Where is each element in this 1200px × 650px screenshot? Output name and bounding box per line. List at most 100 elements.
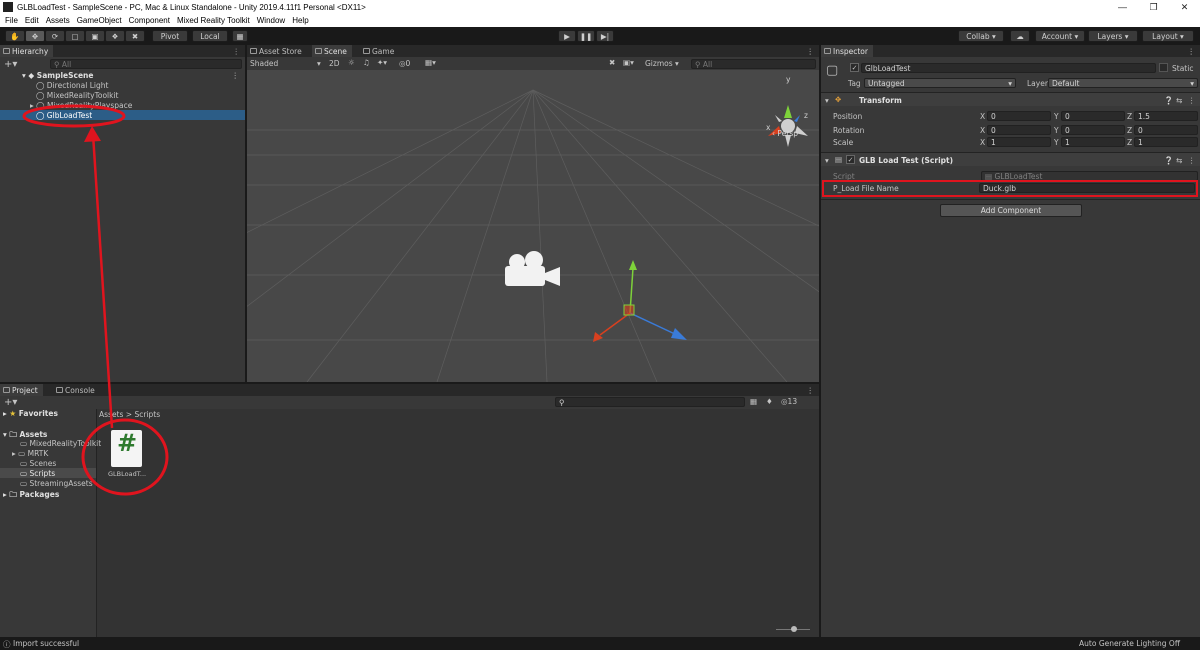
lighting-status[interactable]: Auto Generate Lighting Off	[1079, 639, 1180, 648]
object-name-field[interactable]: GlbLoadTest	[861, 63, 1156, 73]
menu-mrtk[interactable]: Mixed Reality Toolkit	[177, 16, 250, 25]
account-button[interactable]: Account ▾	[1035, 30, 1085, 42]
lighting-icon[interactable]: ☼	[348, 58, 355, 67]
scale-x-field[interactable]: 1	[987, 137, 1051, 147]
transform-tool-icon[interactable]: ❖	[105, 30, 125, 42]
active-checkbox[interactable]: ✓	[850, 63, 859, 72]
hidden-packages-toggle[interactable]: ◎13	[781, 397, 797, 406]
audio-icon[interactable]: ♫	[363, 58, 370, 67]
local-button[interactable]: Local	[192, 30, 228, 42]
menu-window[interactable]: Window	[257, 16, 285, 25]
tab-asset-store[interactable]: Asset Store	[247, 45, 307, 57]
tab-console[interactable]: Console	[53, 384, 100, 396]
script-file-label[interactable]: GLBLoadT...	[108, 470, 146, 478]
grid-icon[interactable]: ▦▾	[425, 58, 436, 67]
pivot-button[interactable]: Pivot	[152, 30, 188, 42]
scene-root[interactable]: ▾ ◆ SampleScene	[22, 71, 93, 80]
scale-tool-icon[interactable]: ▢	[65, 30, 85, 42]
component-menu-icon[interactable]: ⋮	[1188, 156, 1196, 165]
step-icon[interactable]: ▶|	[596, 30, 614, 42]
scene-viewport[interactable]	[247, 70, 819, 382]
menu-assets[interactable]: Assets	[46, 16, 70, 25]
gizmos-dropdown[interactable]: Gizmos ▾	[645, 59, 679, 68]
panel-menu-icon[interactable]: ⋮	[807, 47, 815, 56]
help-icon[interactable]: ❔	[1164, 96, 1173, 105]
hierarchy-item[interactable]: ▸ ◯ MixedRealityPlayspace	[30, 101, 132, 110]
menu-component[interactable]: Component	[129, 16, 170, 25]
foldout-arrow-icon[interactable]: ▾	[825, 96, 829, 105]
panel-menu-icon[interactable]: ⋮	[807, 386, 815, 395]
add-component-button[interactable]: Add Component	[940, 204, 1082, 217]
position-z-field[interactable]: 1.5	[1134, 111, 1198, 121]
persp-label[interactable]: ‹ Persp	[772, 129, 798, 138]
scale-y-field[interactable]: 1	[1061, 137, 1125, 147]
tools-icon[interactable]: ✖	[609, 58, 615, 67]
create-plus-icon[interactable]: +▾	[4, 59, 17, 70]
hidden-objects-toggle[interactable]: ◎0	[399, 59, 410, 68]
status-message[interactable]: Import successful	[13, 639, 79, 648]
hierarchy-item-selected[interactable]: ◯ GlbLoadTest	[36, 111, 92, 120]
move-tool-icon[interactable]: ✥	[25, 30, 45, 42]
packages-folder[interactable]: ▸ 🗀 Packages	[3, 489, 59, 502]
scene-menu-icon[interactable]: ⋮	[232, 71, 240, 80]
create-plus-icon[interactable]: +▾	[4, 397, 17, 408]
tab-project[interactable]: Project	[0, 384, 43, 396]
tab-inspector[interactable]: Inspector	[821, 45, 873, 57]
filter-type-icon[interactable]: ▦	[750, 397, 757, 406]
layers-button[interactable]: Layers ▾	[1088, 30, 1138, 42]
maximize-icon[interactable]: ❐	[1138, 0, 1169, 14]
tag-dropdown[interactable]: Untagged ▾	[864, 78, 1016, 88]
collab-button[interactable]: Collab ▾	[958, 30, 1004, 42]
rotate-tool-icon[interactable]: ⟳	[45, 30, 65, 42]
hierarchy-search-input[interactable]: ⚲ All	[50, 59, 242, 69]
static-checkbox[interactable]	[1159, 63, 1168, 72]
project-folder[interactable]: ▭ StreamingAssets	[20, 479, 93, 488]
panel-menu-icon[interactable]: ⋮	[233, 47, 241, 56]
position-y-field[interactable]: 0	[1061, 111, 1125, 121]
tab-game[interactable]: Game	[360, 45, 399, 57]
hierarchy-item[interactable]: ◯ MixedRealityToolkit	[36, 91, 119, 100]
rotation-z-field[interactable]: 0	[1134, 125, 1198, 135]
rotation-y-field[interactable]: 0	[1061, 125, 1125, 135]
hand-tool-icon[interactable]: ✋	[5, 30, 25, 42]
close-icon[interactable]: ✕	[1169, 0, 1200, 14]
grid-snap-icon[interactable]: ▦	[232, 30, 248, 42]
pause-icon[interactable]: ❚❚	[577, 30, 595, 42]
custom-tool-icon[interactable]: ✖	[125, 30, 145, 42]
camera-icon[interactable]: ▣▾	[623, 58, 634, 67]
component-menu-icon[interactable]: ⋮	[1188, 96, 1196, 105]
play-icon[interactable]: ▶	[558, 30, 576, 42]
menu-edit[interactable]: Edit	[25, 16, 39, 25]
hierarchy-item[interactable]: ◯ Directional Light	[36, 81, 108, 90]
tab-hierarchy[interactable]: Hierarchy	[0, 45, 54, 57]
scale-z-field[interactable]: 1	[1134, 137, 1198, 147]
rotation-x-field[interactable]: 0	[987, 125, 1051, 135]
zoom-slider-handle[interactable]	[791, 626, 797, 632]
menu-file[interactable]: File	[5, 16, 18, 25]
rect-tool-icon[interactable]: ▣	[85, 30, 105, 42]
preset-icon[interactable]: ⇆	[1176, 96, 1182, 105]
2d-toggle[interactable]: 2D	[329, 59, 340, 68]
preset-icon[interactable]: ⇆	[1176, 156, 1182, 165]
effects-icon[interactable]: ✦▾	[377, 58, 387, 67]
minimize-icon[interactable]: —	[1107, 0, 1138, 14]
project-folder[interactable]: ▭ MixedRealityToolkit	[20, 439, 101, 448]
project-folder[interactable]: ▭ Scenes	[20, 459, 56, 468]
project-search-input[interactable]: ⚲	[555, 397, 745, 407]
layer-dropdown[interactable]: Default ▾	[1048, 78, 1198, 88]
layout-button[interactable]: Layout ▾	[1142, 30, 1194, 42]
tab-scene[interactable]: Scene	[312, 45, 352, 57]
scene-search-input[interactable]: ⚲ All	[691, 59, 816, 69]
panel-menu-icon[interactable]: ⋮	[1188, 47, 1196, 56]
favorites-folder[interactable]: ▸ ★ Favorites	[3, 409, 58, 418]
breadcrumb[interactable]: Assets > Scripts	[99, 410, 160, 419]
cloud-icon[interactable]: ☁	[1010, 30, 1030, 42]
foldout-arrow-icon[interactable]: ▾	[825, 156, 829, 165]
shading-dropdown[interactable]: Shaded	[250, 59, 278, 68]
menu-help[interactable]: Help	[292, 16, 308, 25]
menu-gameobject[interactable]: GameObject	[77, 16, 122, 25]
help-icon[interactable]: ❔	[1164, 156, 1173, 165]
project-folder[interactable]: ▸ ▭ MRTK	[12, 449, 48, 458]
component-enabled-checkbox[interactable]: ✓	[846, 155, 855, 164]
position-x-field[interactable]: 0	[987, 111, 1051, 121]
